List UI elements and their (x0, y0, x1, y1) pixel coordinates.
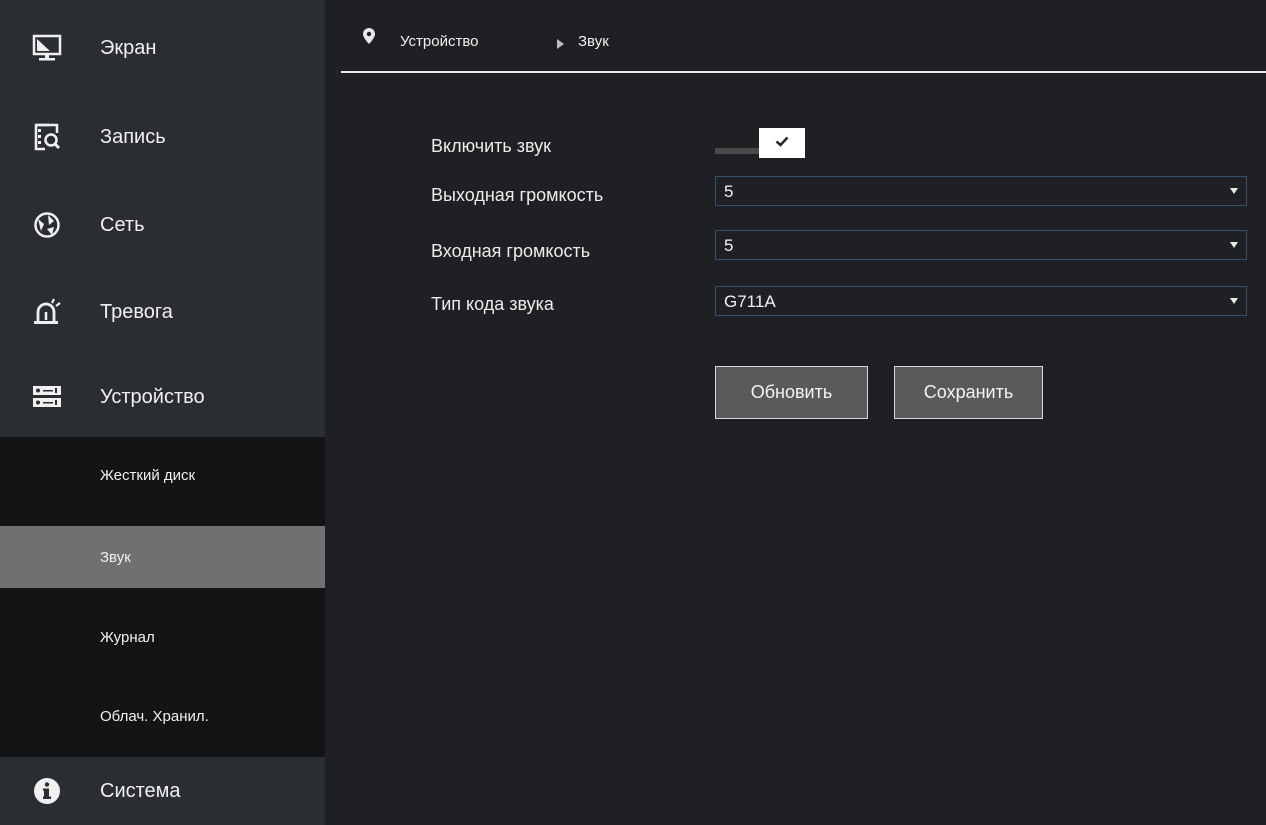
info-icon (32, 776, 62, 806)
submenu-item-cloud-storage[interactable]: Облач. Хранил. (0, 685, 325, 747)
sidebar-item-label: Устройство (100, 385, 205, 408)
submenu-item-label: Облач. Хранил. (100, 707, 209, 725)
submenu-item-log[interactable]: Журнал (0, 606, 325, 668)
sidebar-item-screen[interactable]: Экран (0, 6, 325, 90)
codec-type-value: G711A (724, 292, 776, 311)
device-submenu: Жесткий диск Звук Журнал Облач. Хранил. (0, 437, 325, 757)
submenu-item-hdd[interactable]: Жесткий диск (0, 444, 325, 506)
input-volume-label: Входная громкость (431, 241, 591, 261)
sidebar-item-alarm[interactable]: Тревога (0, 270, 325, 354)
checkmark-icon (775, 134, 789, 152)
alarm-siren-icon (32, 297, 62, 327)
chevron-down-icon (1230, 298, 1238, 304)
sidebar-item-device[interactable]: Устройство (0, 355, 325, 439)
chevron-down-icon (1230, 188, 1238, 194)
breadcrumb-current: Звук (578, 33, 609, 50)
device-storage-icon (32, 382, 62, 412)
sidebar-item-network[interactable]: Сеть (0, 183, 325, 267)
chevron-down-icon (1230, 242, 1238, 248)
sidebar-item-system[interactable]: Система (0, 757, 325, 825)
submenu-item-sound[interactable]: Звук (0, 526, 325, 588)
submenu-item-label: Жесткий диск (100, 466, 196, 484)
breadcrumb-parent[interactable]: Устройство (400, 33, 478, 50)
enable-sound-checkbox[interactable] (759, 128, 805, 158)
sidebar: Экран Запись Сеть Тревога Устройство Жес… (0, 0, 325, 825)
input-volume-select[interactable]: 5 (715, 230, 1247, 260)
triangle-right-icon (557, 36, 564, 54)
location-pin-icon (363, 28, 375, 49)
sidebar-item-label: Экран (100, 36, 157, 59)
submenu-item-label: Журнал (100, 628, 155, 646)
save-button[interactable]: Сохранить (894, 366, 1043, 419)
enable-sound-toggle-track[interactable] (715, 148, 759, 154)
codec-type-select[interactable]: G711A (715, 286, 1247, 316)
record-search-icon (32, 122, 62, 152)
sidebar-item-label: Тревога (100, 300, 173, 323)
network-globe-icon (32, 210, 62, 240)
breadcrumb: Устройство Звук (341, 0, 1266, 73)
monitor-icon (32, 33, 62, 63)
output-volume-select[interactable]: 5 (715, 176, 1247, 206)
sidebar-item-label: Запись (100, 125, 166, 148)
codec-type-label: Тип кода звука (431, 294, 554, 314)
enable-sound-label: Включить звук (431, 136, 552, 156)
input-volume-value: 5 (724, 236, 734, 255)
output-volume-value: 5 (724, 182, 734, 201)
sidebar-item-label: Сеть (100, 213, 145, 236)
submenu-item-label: Звук (100, 548, 131, 566)
sidebar-item-label: Система (100, 779, 181, 802)
output-volume-label: Выходная громкость (431, 185, 604, 205)
content-area: Устройство Звук Включить звук Выходная г… (341, 0, 1266, 825)
sidebar-item-record[interactable]: Запись (0, 95, 325, 179)
refresh-button[interactable]: Обновить (715, 366, 868, 419)
